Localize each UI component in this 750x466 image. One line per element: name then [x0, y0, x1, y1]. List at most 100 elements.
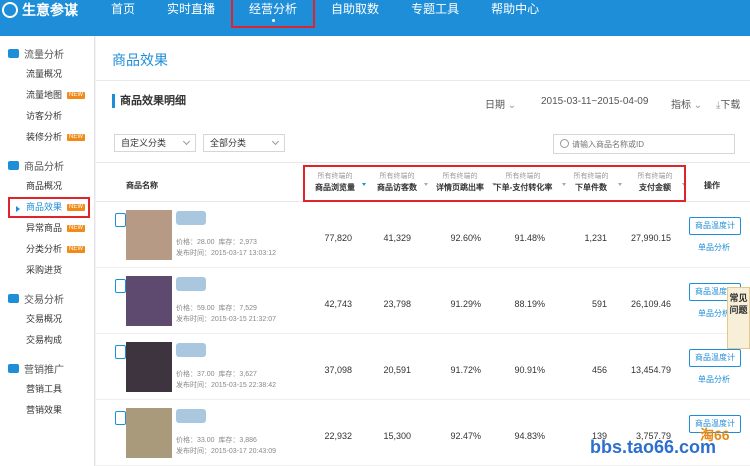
col-label: 操作 — [704, 181, 720, 190]
sidebar-section-transaction[interactable]: 交易分析 — [0, 287, 94, 309]
download-button[interactable]: ⤓下载 — [716, 96, 740, 111]
single-product-analysis-link[interactable]: 单品分析 — [698, 242, 730, 253]
publish-time: 发布时间：2015-03-15 21:32:07 — [176, 316, 276, 323]
brand-name: 生意参谋 — [22, 2, 78, 18]
nav-business-analysis[interactable]: 经营分析 — [231, 0, 316, 28]
sidebar-item-category-analysis[interactable]: 分类分析 NEW — [0, 239, 94, 260]
sidebar-item-label: 装修分析 — [26, 132, 63, 142]
pc-icon — [115, 345, 126, 359]
col-product-name: 商品名称 — [126, 180, 158, 191]
sidebar-section-product[interactable]: 商品分析 — [0, 154, 94, 176]
nav-live[interactable]: 实时直播 — [151, 0, 231, 26]
sidebar-item-abnormal-product[interactable]: 异常商品 NEW — [0, 218, 94, 239]
chevron-down-icon: ⌄ — [507, 100, 517, 111]
single-product-analysis-link[interactable]: 单品分析 — [698, 308, 730, 319]
product-thermometer-button[interactable]: 商品温度计 — [689, 217, 741, 235]
sidebar-section-traffic[interactable]: 流量分析 — [0, 42, 94, 64]
pc-icon — [115, 411, 126, 425]
date-range[interactable]: 2015-03-11~2015-04-09 — [541, 96, 648, 107]
bounce-value: 91.29% — [450, 299, 481, 309]
faq-float-button[interactable]: 常见问题 — [727, 287, 750, 349]
stock: 库存：3,886 — [218, 437, 257, 444]
chevron-down-icon: ⌄ — [693, 100, 703, 111]
chevron-down-icon — [271, 137, 280, 146]
section-title: 商品效果明细 — [112, 94, 186, 108]
product-thermometer-button[interactable]: 商品温度计 — [689, 349, 741, 367]
product-thumbnail[interactable] — [126, 342, 172, 392]
publish-time: 发布时间：2015-03-17 20:43:09 — [176, 448, 276, 455]
sidebar-item-visitor-analysis[interactable]: 访客分析 — [0, 106, 94, 127]
table-row: 价格：28.00 库存：2,973 发布时间：2015-03-17 13:03:… — [96, 203, 750, 268]
eye-icon — [8, 48, 19, 58]
nav-tools[interactable]: 专题工具 — [395, 0, 475, 26]
sidebar-item-marketing-tools[interactable]: 营销工具 — [0, 379, 94, 400]
stock: 库存：3,627 — [218, 371, 257, 378]
amount-value: 26,109.46 — [630, 299, 671, 309]
col-label: 商品名称 — [126, 181, 158, 190]
single-product-analysis-link[interactable]: 单品分析 — [698, 374, 730, 385]
product-thumbnail[interactable] — [126, 276, 172, 326]
price: 价格：59.00 — [176, 305, 215, 312]
price: 价格：28.00 — [176, 239, 215, 246]
date-selector[interactable]: 日期 ⌄ — [485, 96, 516, 111]
sidebar-item-marketing-effect[interactable]: 营销效果 — [0, 400, 94, 421]
sidebar-item-label: 商品概况 — [26, 181, 63, 191]
sidebar-item-transaction-overview[interactable]: 交易概况 — [0, 309, 94, 330]
sidebar-item-product-overview[interactable]: 商品概况 — [0, 176, 94, 197]
sidebar-item-label: 分类分析 — [26, 244, 63, 254]
sidebar-item-label: 交易概况 — [26, 314, 63, 324]
nav-help[interactable]: 帮助中心 — [475, 0, 555, 26]
stock: 库存：7,529 — [218, 305, 257, 312]
chevron-down-icon — [182, 137, 191, 146]
new-badge: NEW — [67, 246, 86, 253]
amount-value: 27,990.15 — [630, 233, 671, 243]
product-price-stock: 价格：28.00 库存：2,973 — [176, 237, 257, 247]
price: 价格：37.00 — [176, 371, 215, 378]
product-title-blurred[interactable] — [176, 409, 206, 423]
metric-selector[interactable]: 指标 ⌄ — [671, 96, 702, 111]
product-title-blurred[interactable] — [176, 277, 206, 291]
table-row: 价格：59.00 库存：7,529 发布时间：2015-03-15 21:32:… — [96, 269, 750, 334]
search-input[interactable] — [572, 137, 727, 151]
metrics-highlight — [303, 165, 686, 202]
sidebar-item-traffic-map[interactable]: 流量地图 NEW — [0, 85, 94, 106]
megaphone-icon — [8, 363, 19, 373]
nav-home[interactable]: 首页 — [95, 0, 151, 26]
product-title-blurred[interactable] — [176, 211, 206, 225]
product-title-blurred[interactable] — [176, 343, 206, 357]
all-category-select[interactable]: 全部分类 — [203, 134, 285, 152]
uv-value: 23,798 — [383, 299, 411, 309]
search-icon — [560, 139, 569, 148]
product-thumbnail[interactable] — [126, 408, 172, 458]
sidebar-item-purchasing[interactable]: 采购进货 — [0, 260, 94, 281]
sidebar-item-label: 商品效果 — [26, 202, 63, 212]
sidebar-item-product-effect[interactable]: 商品效果 NEW — [8, 197, 90, 218]
sidebar-item-traffic-overview[interactable]: 流量概况 — [0, 64, 94, 85]
caret-right-icon — [16, 206, 20, 212]
sidebar-item-label: 采购进货 — [26, 265, 63, 275]
conversion-value: 88.19% — [514, 299, 545, 309]
pv-value: 37,098 — [324, 365, 352, 375]
metric-label: 指标 — [671, 100, 691, 111]
bounce-value: 92.60% — [450, 233, 481, 243]
watermark-text: bbs.tao66.com — [590, 437, 717, 457]
custom-category-select[interactable]: 自定义分类 — [114, 134, 196, 152]
price: 价格：33.00 — [176, 437, 215, 444]
sidebar-section-marketing[interactable]: 营销推广 — [0, 357, 94, 379]
section-title: 商品分析 — [24, 161, 64, 173]
sidebar-item-transaction-composition[interactable]: 交易构成 — [0, 330, 94, 351]
main-nav: 首页 实时直播 经营分析 自助取数 专题工具 帮助中心 — [95, 0, 555, 28]
new-badge: NEW — [67, 92, 86, 99]
nav-self-service[interactable]: 自助取数 — [315, 0, 395, 26]
uv-value: 41,329 — [383, 233, 411, 243]
brand-logo[interactable]: 生意参谋 — [0, 0, 78, 20]
box-icon — [8, 160, 19, 170]
product-thumbnail[interactable] — [126, 210, 172, 260]
divider — [96, 80, 750, 81]
pc-icon — [115, 213, 126, 227]
top-navbar: 生意参谋 首页 实时直播 经营分析 自助取数 专题工具 帮助中心 — [0, 0, 750, 36]
main-content: 商品效果 商品效果明细 日期 ⌄ 2015-03-11~2015-04-09 指… — [96, 36, 750, 466]
orders-value: 1,231 — [584, 233, 607, 243]
sidebar-item-decoration-analysis[interactable]: 装修分析 NEW — [0, 127, 94, 148]
publish-time: 发布时间：2015-03-17 13:03:12 — [176, 250, 276, 257]
